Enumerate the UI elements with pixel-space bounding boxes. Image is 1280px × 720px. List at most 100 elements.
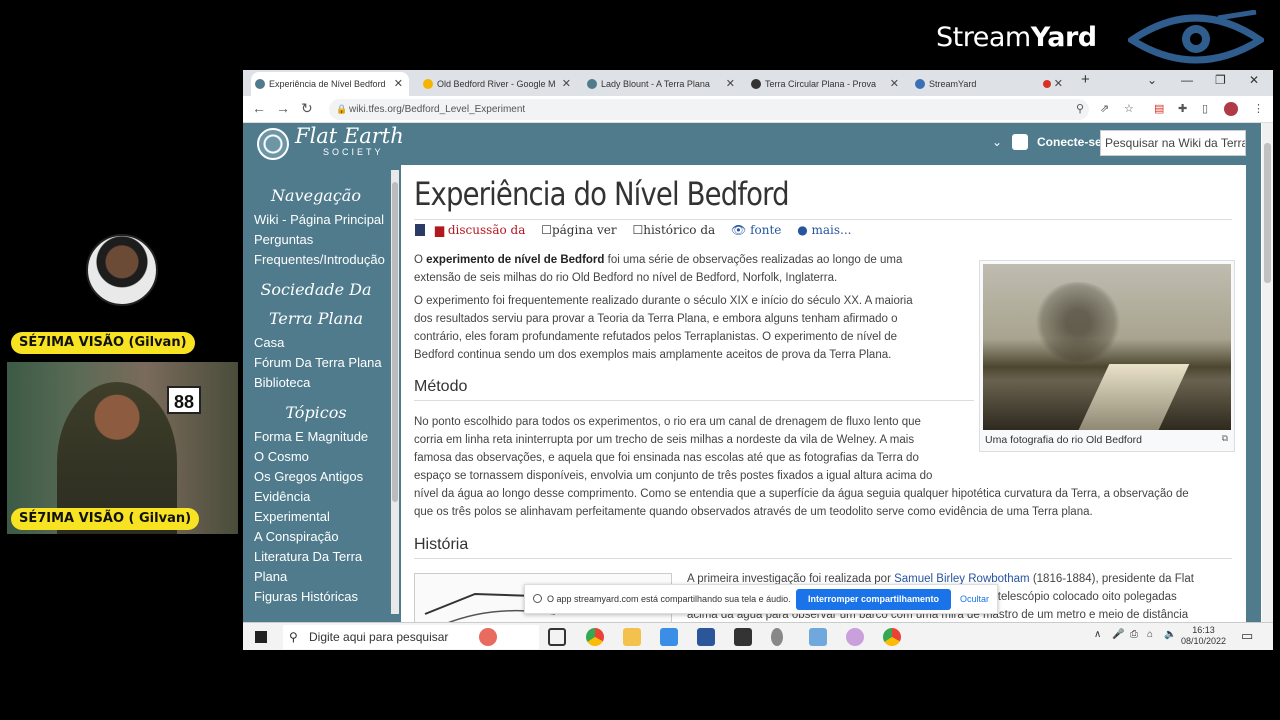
sidebar-link-main-page[interactable]: Wiki - Página Principal (243, 210, 389, 230)
taskbar-search-input[interactable]: ⚲ Digite aqui para pesquisar (283, 625, 539, 649)
sidebar-link-evidencia[interactable]: Evidência (243, 487, 389, 507)
tab-bedford[interactable]: Experiência de Nível Bedford ✕ (251, 72, 409, 96)
taskbar-clock[interactable]: 16:13 08/10/2022 (1181, 625, 1226, 647)
page-title: Experiência do Nível Bedford (414, 175, 790, 213)
chrome-icon[interactable] (586, 628, 604, 646)
sidebar-link-forma[interactable]: Forma E Magnitude (243, 427, 389, 447)
user-icon[interactable] (1012, 134, 1028, 150)
microphone-app-icon[interactable] (771, 628, 783, 646)
maximize-icon[interactable]: ❐ (1215, 73, 1226, 87)
paint-icon[interactable] (846, 628, 864, 646)
view-page-link[interactable]: ☐página ver (541, 223, 622, 237)
folder-app-icon[interactable] (809, 628, 827, 646)
sidebar-scroll-thumb[interactable] (392, 182, 398, 502)
book-icon[interactable] (415, 224, 425, 236)
wiki-page: Flat Earth SOCIETY ⌄ Conecte-se Pesquisa… (243, 123, 1261, 625)
notification-icon[interactable]: ▭ (1241, 628, 1253, 644)
streamyard-logo: StreamYard (936, 22, 1097, 53)
tray-usb-icon[interactable]: ⎙ (1130, 629, 1138, 640)
wiki-search-input[interactable]: Pesquisar na Wiki da Terra F (1100, 130, 1246, 156)
page-scroll-thumb[interactable] (1264, 143, 1271, 283)
sidebar-heading-topicos: Tópicos (285, 403, 347, 422)
file-explorer-icon[interactable] (623, 628, 641, 646)
tab-google-maps[interactable]: Old Bedford River - Google M ✕ (419, 72, 577, 96)
tree-shape (1033, 282, 1123, 362)
hide-notification-button[interactable]: Ocultar (960, 594, 989, 604)
minimize-icon[interactable]: — (1181, 73, 1193, 87)
url-field[interactable]: 🔒 wiki.tfes.org/Bedford_Level_Experiment (329, 99, 1089, 120)
sidebar-link-biblioteca[interactable]: Biblioteca (243, 373, 389, 393)
windows-start-icon[interactable] (255, 631, 267, 643)
forward-icon[interactable]: → (276, 100, 290, 116)
login-link[interactable]: Conecte-se (1037, 135, 1102, 149)
discussion-link[interactable]: ▆ discussão da (435, 223, 532, 237)
tab-label: Terra Circular Plana - Prova (765, 79, 877, 89)
sidebar-link-figuras[interactable]: Figuras Históricas (243, 587, 389, 607)
sidebar-link-experimental[interactable]: Experimental (243, 507, 389, 527)
intro-paragraph: O experimento de nível de Bedford foi um… (414, 251, 902, 287)
method-line: corria em linha reta ininterrupta por um… (414, 434, 915, 446)
close-tab-icon[interactable]: ✕ (394, 72, 403, 96)
tray-chevron-icon[interactable]: ∧ (1094, 629, 1101, 640)
tab-lady-blount[interactable]: Lady Blount - A Terra Plana ✕ (583, 72, 741, 96)
clock-time: 16:13 (1192, 625, 1215, 635)
close-tab-icon[interactable]: ✕ (1054, 72, 1063, 96)
close-tab-icon[interactable]: ✕ (726, 72, 735, 96)
new-tab-button[interactable]: + (1081, 71, 1090, 88)
more-link[interactable]: ● mais... (797, 223, 857, 237)
title-divider (414, 219, 1232, 220)
profile-avatar[interactable] (1224, 102, 1238, 116)
enlarge-icon[interactable]: ⧉ (1222, 433, 1228, 444)
side-panel-icon[interactable]: ▯ (1202, 102, 1208, 115)
sidebar-link-literatura[interactable]: Literatura Da Terra (243, 547, 389, 567)
sidebar-scrollbar[interactable] (391, 170, 399, 614)
sidebar-link-forum[interactable]: Fórum Da Terra Plana (243, 353, 389, 373)
sidebar-link-faq[interactable]: Perguntas (243, 230, 389, 250)
task-view-icon[interactable] (548, 628, 566, 646)
image-caption: Uma fotografia do rio Old Bedford (985, 434, 1142, 446)
tfes-favicon-icon (255, 79, 265, 89)
page-scrollbar[interactable] (1262, 123, 1273, 623)
chevron-down-icon[interactable]: ⌄ (992, 135, 1002, 149)
sidebar-link-conspiracao[interactable]: A Conspiração (243, 527, 389, 547)
tab-search-icon[interactable]: ⌄ (1147, 73, 1157, 87)
bookmark-star-icon[interactable]: ☆ (1124, 102, 1134, 115)
close-tab-icon[interactable]: ✕ (562, 72, 571, 96)
back-icon[interactable]: ← (252, 100, 266, 116)
extensions-icon[interactable]: ✚ (1178, 102, 1187, 115)
page-favicon-icon (751, 79, 761, 89)
close-tab-icon[interactable]: ✕ (890, 72, 899, 96)
close-window-icon[interactable]: ✕ (1249, 73, 1259, 87)
tab-terra-circular[interactable]: Terra Circular Plana - Prova ✕ (747, 72, 905, 96)
history-post: (1816-1884), presidente da Flat (1029, 573, 1194, 585)
camera-name-badge: SÉ7IMA VISÃO ( Gilvan) (11, 508, 200, 530)
tray-volume-icon[interactable]: 🔈 (1164, 629, 1176, 640)
sidebar-link-faq-intro[interactable]: Frequentes/Introdução (243, 250, 389, 270)
media-icon[interactable]: ▤ (1154, 102, 1164, 115)
history-heading: História (414, 536, 469, 553)
sidebar-link-plana[interactable]: Plana (243, 567, 389, 587)
camera-poster: 88 (167, 386, 201, 414)
more-label: mais... (811, 223, 852, 237)
reload-icon[interactable]: ↻ (301, 100, 313, 117)
mail-icon[interactable] (660, 628, 678, 646)
sidebar-link-cosmo[interactable]: O Cosmo (243, 447, 389, 467)
word-icon[interactable] (697, 628, 715, 646)
river-photo[interactable] (983, 264, 1231, 430)
menu-kebab-icon[interactable]: ⋮ (1253, 102, 1264, 115)
share-icon[interactable]: ⇗ (1100, 102, 1109, 115)
history-link[interactable]: ☐histórico da (632, 223, 721, 237)
site-logo-title[interactable]: Flat Earth (295, 126, 404, 147)
chrome-profile-icon[interactable] (883, 628, 901, 646)
tab-streamyard[interactable]: StreamYard ✕ (911, 72, 1069, 96)
tray-network-icon[interactable]: ⌂ (1147, 629, 1153, 640)
sidebar-link-casa[interactable]: Casa (243, 333, 389, 353)
tray-mic-icon[interactable]: 🎤 (1112, 629, 1124, 640)
stop-sharing-button[interactable]: Interromper compartilhamento (796, 589, 952, 610)
source-link[interactable]: 👁 fonte (731, 223, 787, 237)
octopus-widget-icon[interactable] (479, 628, 497, 646)
app-icon[interactable] (734, 628, 752, 646)
zoom-icon[interactable]: ⚲ (1076, 102, 1084, 115)
sidebar-link-gregos[interactable]: Os Gregos Antigos (243, 467, 389, 487)
fes-globe-icon[interactable] (257, 128, 289, 160)
